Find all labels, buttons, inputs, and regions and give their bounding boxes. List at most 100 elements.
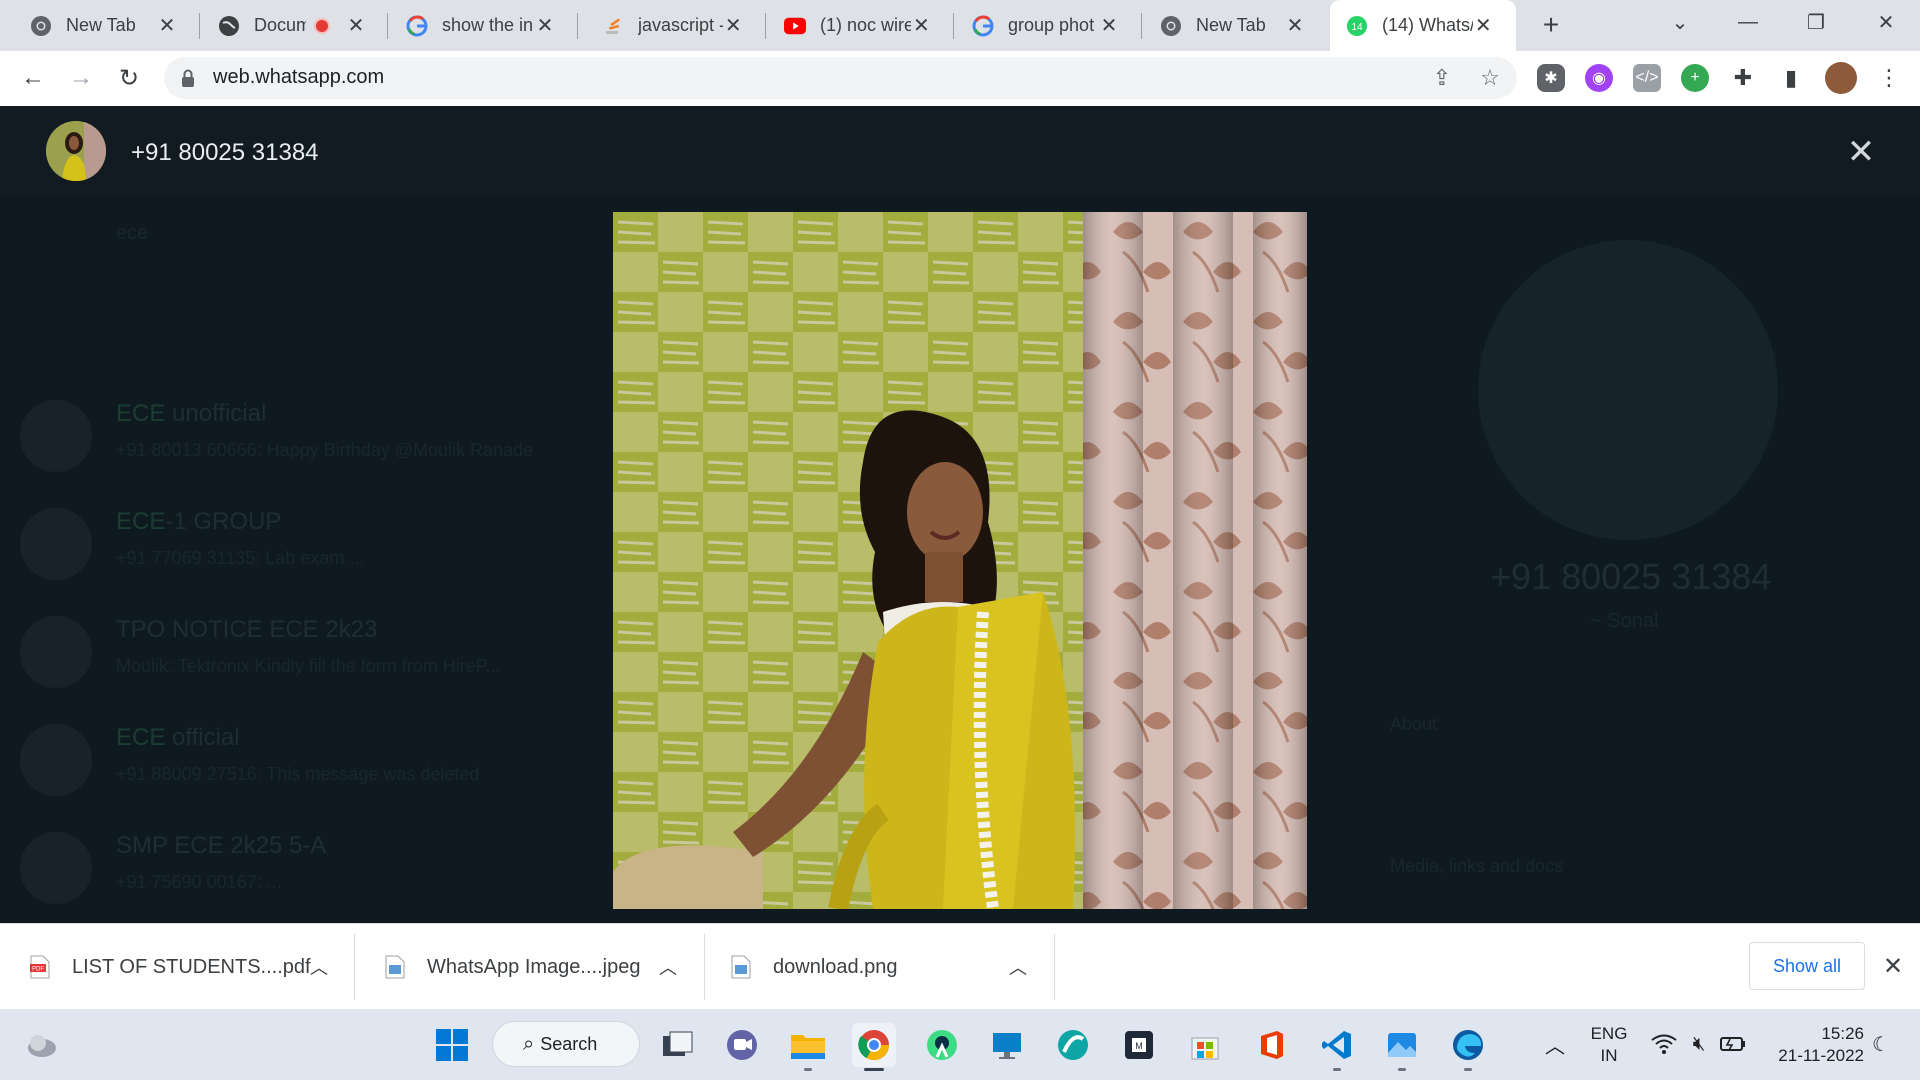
photos-icon[interactable] [1380,1023,1424,1071]
windows-taskbar: ⌕ Search M ︿ ENG IN 🔇︎ 15:26 21-11-2022 … [0,1009,1920,1080]
download-item[interactable]: download.png ︿ [705,924,1054,1010]
profile-avatar[interactable] [1825,62,1857,94]
close-download-bar-icon[interactable]: ✕ [1878,951,1908,981]
list-item: ECE official +91 88009 27516: This messa… [0,716,600,824]
tab-close-icon[interactable]: ✕ [1284,15,1306,37]
list-item: ECE-1 GROUP +91 77069 31135: Lab exam ..… [0,500,600,608]
android-studio-icon[interactable] [920,1023,964,1067]
pdf-file-icon: PDF [30,955,50,979]
media-links-label: Media, links and docs [1390,856,1564,876]
tab-document[interactable]: Docum ✕ [200,0,388,51]
bug-extension-icon[interactable]: ✱ [1537,64,1565,92]
whatsapp-web: ece ECE unofficial +91 80013 60666: Happ… [0,106,1920,923]
image-file-icon [731,955,751,979]
tab-close-icon[interactable]: ✕ [911,15,932,37]
extension-plus-icon[interactable]: + [1681,64,1709,92]
battery-icon[interactable] [1720,1031,1746,1057]
tab-noc-wire[interactable]: (1) noc wire ✕ [766,0,954,51]
tab-close-icon[interactable]: ✕ [1473,15,1494,37]
forward-button[interactable]: → [64,61,98,95]
tab-group-photo[interactable]: group phot ✕ [954,0,1142,51]
moon-icon[interactable]: ☾ [1868,1031,1894,1057]
download-item[interactable]: PDF LIST OF STUDENTS....pdf ︿ [0,924,354,1010]
system-clock[interactable]: 15:26 21-11-2022 [1764,1023,1864,1067]
reload-button[interactable]: ↻ [112,61,146,95]
bookmark-star-icon[interactable]: ☆ [1476,64,1504,92]
chevron-up-icon[interactable]: ︿ [1542,1031,1568,1058]
terminal-app-icon[interactable]: M [1117,1023,1161,1067]
microsoft-store-icon[interactable] [1183,1023,1227,1067]
start-button[interactable] [430,1023,474,1067]
tab-close-icon[interactable]: ✕ [346,15,366,37]
search-icon: ⌕ [523,1032,535,1055]
clock-time: 15:26 [1821,1024,1864,1043]
globe-icon [218,15,240,37]
clock-date: 21-11-2022 [1778,1046,1864,1065]
tab-close-icon[interactable]: ✕ [1098,15,1120,37]
about-label: About [1390,714,1438,734]
close-viewer-button[interactable]: ✕ [1843,133,1879,171]
contact-info-name: +91 80025 31384 [1490,556,1772,597]
task-view-icon[interactable] [656,1023,700,1067]
avatar[interactable] [46,121,106,181]
chevron-up-icon[interactable]: ︿ [304,952,334,982]
url-text[interactable]: web.whatsapp.com [213,66,384,89]
edge-icon[interactable] [1446,1023,1490,1071]
tab-search-icon[interactable]: ⌄ [1660,6,1700,38]
side-panel-icon[interactable]: ▮ [1777,64,1805,92]
recording-icon [313,17,330,34]
circle-app-icon[interactable] [1051,1023,1095,1067]
chrome-taskbar-icon[interactable] [852,1023,896,1071]
new-tab-button[interactable]: + [1536,9,1566,40]
volume-muted-icon[interactable]: 🔇︎ [1686,1031,1712,1057]
menu-kebab-icon[interactable]: ⋮ [1875,64,1903,92]
tab-close-icon[interactable]: ✕ [534,15,556,37]
extension-purple-icon[interactable]: ◉ [1585,64,1613,92]
extensions-puzzle-icon[interactable]: ✚ [1729,64,1757,92]
tab-javascript[interactable]: javascript - ✕ [578,0,766,51]
download-filename: LIST OF STUDENTS....pdf [72,955,311,978]
restore-button[interactable]: ❐ [1796,6,1836,38]
download-filename: WhatsApp Image....jpeg [427,955,641,978]
contact-info-subtitle: ~ Sonal [1590,610,1659,632]
google-icon [972,15,994,37]
tab-whatsapp[interactable]: 14 (14) Whats/ ✕ [1330,0,1516,51]
youtube-icon [784,15,806,37]
tab-new-tab-2[interactable]: New Tab ✕ [1142,0,1328,51]
media-photo [613,212,1307,909]
tab-title: New Tab [1196,15,1266,35]
media-viewer-header: +91 80025 31384 ✕ [0,106,1920,198]
extension-code-icon[interactable]: </> [1633,64,1661,92]
svg-text:PDF: PDF [32,967,44,973]
tab-title: group phot [1008,15,1095,35]
download-bar: PDF LIST OF STUDENTS....pdf ︿ WhatsApp I… [0,923,1920,1009]
download-filename: download.png [773,955,898,978]
image-file-icon [385,955,405,979]
list-item: ECE unofficial +91 80013 60666: Happy Bi… [0,392,600,500]
office-icon[interactable] [1250,1023,1294,1067]
teams-chat-icon[interactable] [720,1023,764,1067]
tab-close-icon[interactable]: ✕ [723,15,744,37]
taskbar-search-button[interactable]: ⌕ Search [492,1021,640,1067]
share-icon[interactable]: ⇪ [1428,64,1456,92]
stackoverflow-icon [602,15,624,37]
tab-new-tab-1[interactable]: New Tab ✕ [0,0,200,51]
minimize-button[interactable]: — [1728,6,1768,38]
chevron-up-icon[interactable]: ︿ [1003,952,1033,982]
chevron-up-icon[interactable]: ︿ [653,952,683,982]
remote-desktop-icon[interactable] [985,1023,1029,1067]
tab-close-icon[interactable]: ✕ [156,15,178,37]
tab-show-the-in[interactable]: show the in ✕ [388,0,578,51]
wifi-icon[interactable] [1651,1031,1677,1057]
lang-line2: IN [1600,1046,1618,1065]
tab-title: (1) noc wire [820,15,911,35]
input-language[interactable]: ENG IN [1586,1023,1632,1067]
download-item[interactable]: WhatsApp Image....jpeg ︿ [355,924,704,1010]
file-explorer-icon[interactable] [786,1023,830,1071]
weather-icon[interactable] [20,1023,64,1067]
chrome-icon [1160,15,1182,37]
show-all-button[interactable]: Show all [1749,942,1865,990]
close-window-button[interactable]: ✕ [1866,6,1906,38]
vscode-icon[interactable] [1315,1023,1359,1071]
back-button[interactable]: ← [16,61,50,95]
